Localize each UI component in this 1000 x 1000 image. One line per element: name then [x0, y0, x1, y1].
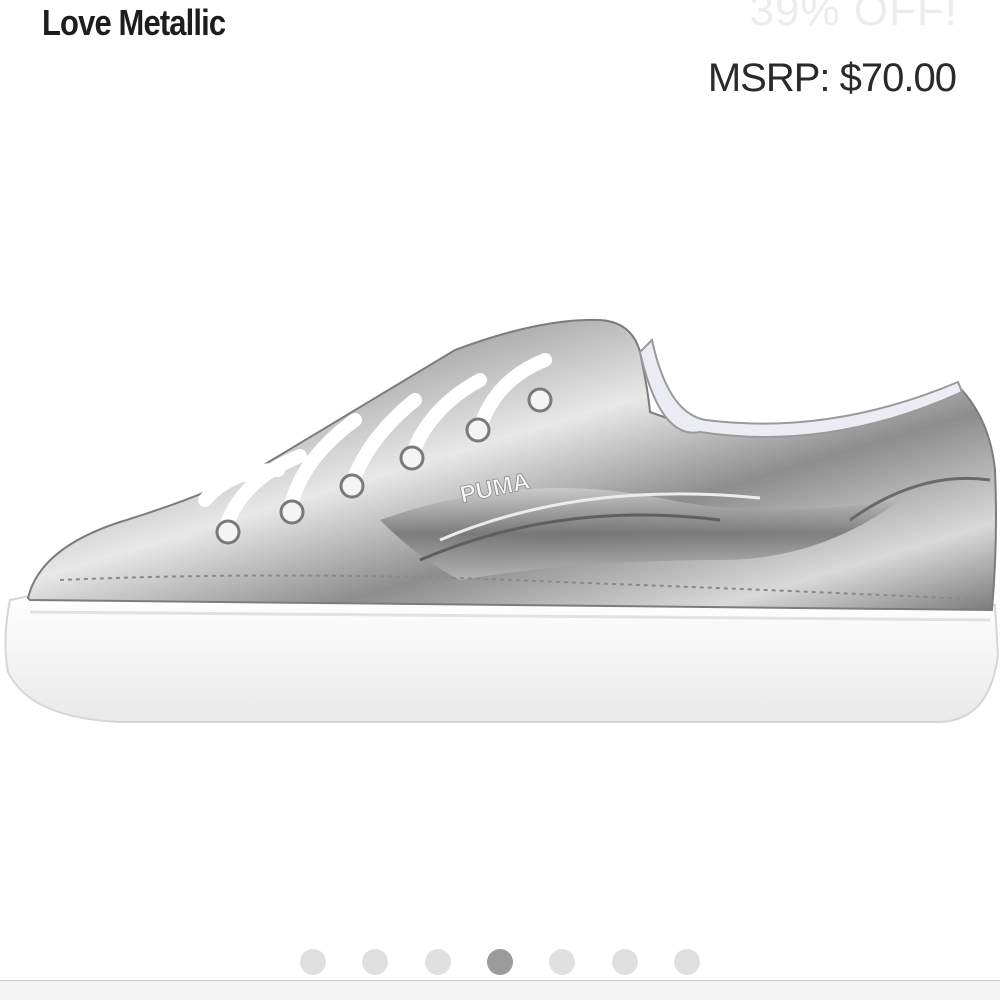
carousel-dot[interactable] — [362, 949, 389, 975]
msrp-price: MSRP: $70.00 — [707, 56, 957, 100]
carousel-dot[interactable] — [611, 949, 638, 975]
product-title: Love Metallic — [42, 2, 226, 43]
carousel-dot[interactable] — [300, 949, 326, 975]
carousel-dot[interactable] — [673, 949, 700, 975]
discount-badge: 39% OFF! — [749, 0, 958, 35]
carousel-dot[interactable] — [549, 949, 576, 975]
carousel-dot-active[interactable] — [486, 949, 513, 975]
product-image[interactable]: PUMA — [0, 300, 1000, 740]
shoe-upper — [26, 318, 997, 612]
shoe-sole — [4, 594, 1000, 723]
carousel-dot[interactable] — [424, 949, 451, 975]
carousel-dots — [300, 948, 700, 976]
bottom-bar — [0, 981, 1000, 1000]
